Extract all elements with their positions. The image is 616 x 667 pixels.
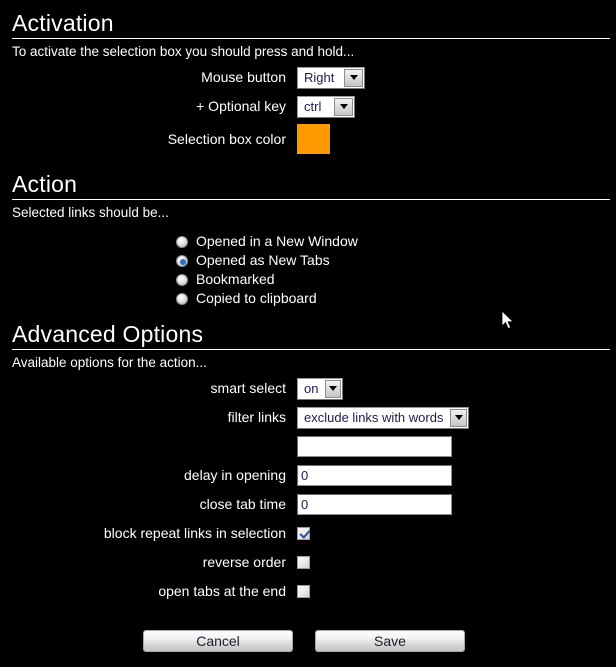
block-repeat-links-checkbox[interactable] [297,527,310,540]
delay-in-opening-input[interactable] [297,465,452,486]
smart-select-value: on [304,380,319,396]
selection-box-color-swatch[interactable] [297,124,330,154]
filter-links-select-value: exclude links with words [304,409,444,425]
label-block-repeat-links: block repeat links in selection [103,525,286,541]
label-delay-in-opening: delay in opening [184,467,286,483]
field-filter-words [297,436,452,457]
row-open-tabs-at-end: open tabs at the end [0,577,616,606]
chevron-down-icon [450,408,467,427]
chevron-down-icon [344,68,363,87]
chevron-down-icon [325,379,341,398]
section-subtitle-action: Selected links should be... [12,205,169,220]
row-filter-links: filter links exclude links with words [0,403,616,432]
section-subtitle-advanced: Available options for the action... [12,355,207,370]
chevron-down-icon [334,97,353,116]
radio-label: Opened in a New Window [196,233,358,249]
field-filter-links: exclude links with words [297,406,469,429]
row-mouse-button: Mouse button Right [0,63,616,92]
radio-label: Copied to clipboard [196,290,317,306]
action-radio-group: Opened in a New Window Opened as New Tab… [0,224,616,308]
radio-label: Bookmarked [196,271,275,287]
label-mouse-button: Mouse button [201,69,286,85]
radio-label: Opened as New Tabs [196,252,330,268]
row-filter-words [0,432,616,461]
radio-option-bookmarked[interactable]: Bookmarked [0,270,616,289]
label-selection-box-color: Selection box color [167,130,286,147]
label-close-tab-time: close tab time [199,496,286,512]
reverse-order-checkbox[interactable] [297,556,310,569]
row-reverse-order: reverse order [0,548,616,577]
row-block-repeat-links: block repeat links in selection [0,519,616,548]
field-optional-key: ctrl [297,95,355,118]
label-reverse-order: reverse order [202,554,286,570]
section-activation: Activation To activate the selection box… [0,0,616,157]
open-tabs-at-end-checkbox[interactable] [297,585,310,598]
field-smart-select: on [297,377,343,400]
row-optional-key: + Optional key ctrl [0,92,616,121]
field-selection-box-color [297,124,330,154]
row-smart-select: smart select on [0,374,616,403]
section-title-activation: Activation [12,10,114,36]
row-delay-in-opening: delay in opening [0,461,616,490]
smart-select-select[interactable]: on [297,377,343,400]
label-open-tabs-at-end: open tabs at the end [158,583,286,599]
mouse-button-select-value: Right [304,69,335,85]
optional-key-select[interactable]: ctrl [297,95,355,118]
radio-icon-selected[interactable] [176,254,188,267]
close-tab-time-input[interactable] [297,494,452,515]
section-title-advanced: Advanced Options [12,321,204,347]
radio-option-new-tabs[interactable]: Opened as New Tabs [0,251,616,270]
field-open-tabs-at-end [297,585,310,598]
field-reverse-order [297,556,310,569]
section-title-action: Action [12,171,78,197]
options-page: Activation To activate the selection box… [0,0,616,667]
row-selection-box-color: Selection box color [0,121,616,157]
field-mouse-button: Right [297,66,365,89]
radio-option-new-window[interactable]: Opened in a New Window [0,232,616,251]
section-advanced-options: Advanced Options Available options for t… [0,308,616,606]
label-filter-links: filter links [227,409,286,425]
label-smart-select: smart select [210,380,286,396]
mouse-button-select[interactable]: Right [297,66,365,89]
radio-option-copied-clipboard[interactable]: Copied to clipboard [0,289,616,308]
cancel-button[interactable]: Cancel [143,630,293,652]
section-action: Action Selected links should be... Opene… [0,157,616,308]
row-close-tab-time: close tab time [0,490,616,519]
radio-icon[interactable] [176,273,188,286]
section-subtitle-activation: To activate the selection box you should… [12,44,355,59]
optional-key-select-value: ctrl [304,98,322,114]
field-delay-in-opening [297,465,452,486]
radio-icon[interactable] [176,292,188,305]
save-button[interactable]: Save [315,630,465,652]
field-close-tab-time [297,494,452,515]
label-optional-key: + Optional key [196,98,286,114]
field-block-repeat-links [297,527,310,540]
filter-links-select[interactable]: exclude links with words [297,406,469,429]
filter-words-input[interactable] [297,436,452,457]
footer-button-bar: Cancel Save [0,606,616,652]
radio-icon[interactable] [176,235,188,248]
